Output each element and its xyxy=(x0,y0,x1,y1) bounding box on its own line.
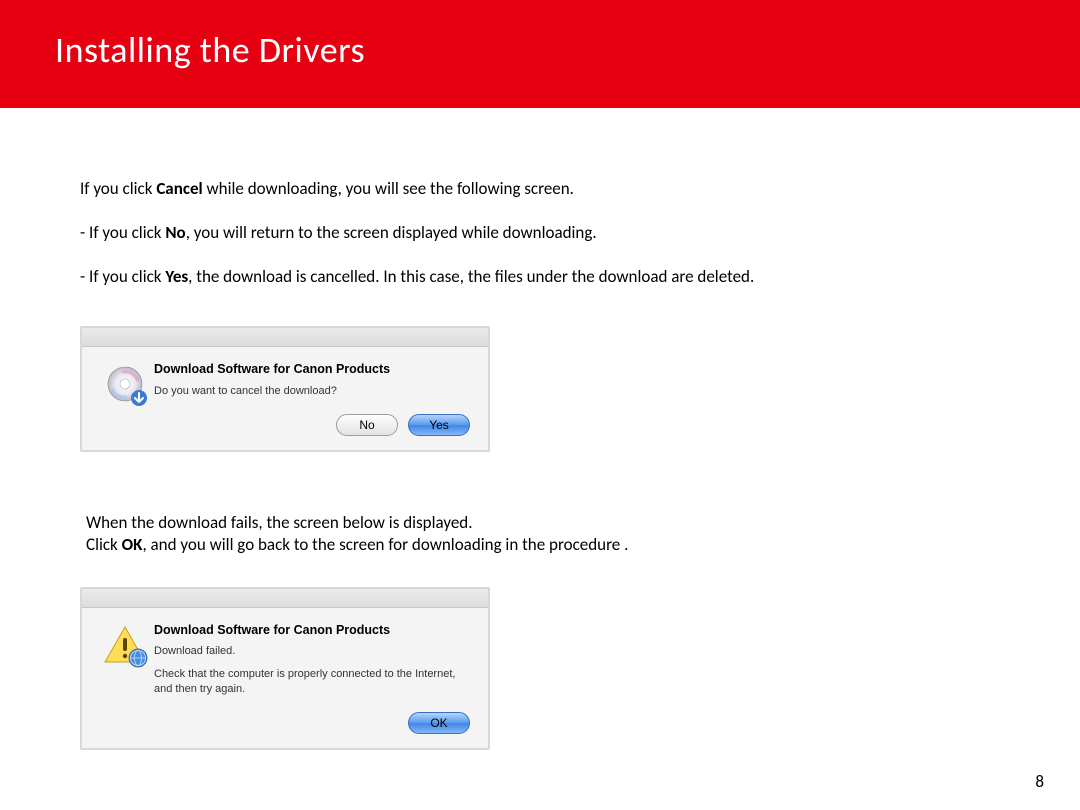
bold-cancel: Cancel xyxy=(156,178,202,199)
text: , and you will go back to the screen for… xyxy=(142,534,628,555)
text: - If you click xyxy=(80,222,165,243)
text: , you will return to the screen displaye… xyxy=(186,222,597,243)
dialog-title: Download Software for Canon Products xyxy=(154,622,470,638)
dialog-titlebar xyxy=(82,589,488,608)
bold-yes: Yes xyxy=(165,266,188,287)
no-button[interactable]: No xyxy=(336,414,398,436)
bold-no: No xyxy=(165,222,185,243)
dialog-text-col: Download Software for Canon Products Do … xyxy=(154,361,470,436)
intro-paragraph: If you click Cancel while downloading, y… xyxy=(80,178,1000,200)
dialog-msg1: Download failed. xyxy=(154,644,470,659)
dialog-msg2: Check that the computer is properly conn… xyxy=(154,667,470,697)
dialog-message: Do you want to cancel the download? xyxy=(154,384,470,399)
failed-line1: When the download fails, the screen belo… xyxy=(86,512,1000,534)
dialog-titlebar xyxy=(82,328,488,347)
text: , the download is cancelled. In this cas… xyxy=(188,266,754,287)
dialog-body: Download Software for Canon Products Dow… xyxy=(82,608,488,749)
text: If you click xyxy=(80,178,156,199)
dialog-body: Download Software for Canon Products Do … xyxy=(82,347,488,450)
bullet-yes: - If you click Yes, the download is canc… xyxy=(80,266,1000,288)
failed-dialog-wrap: Download Software for Canon Products Dow… xyxy=(80,587,1000,751)
page-number: 8 xyxy=(1035,771,1044,792)
text: Click xyxy=(86,534,122,555)
bullet-no: - If you click No, you will return to th… xyxy=(80,222,1000,244)
dialog-text-col: Download Software for Canon Products Dow… xyxy=(154,622,470,735)
cancel-dialog: Download Software for Canon Products Do … xyxy=(80,326,490,452)
alert-icon xyxy=(102,624,148,670)
failed-line2: Click OK, and you will go back to the sc… xyxy=(86,534,1000,556)
text: while downloading, you will see the foll… xyxy=(203,178,574,199)
page-title: Installing the Drivers xyxy=(55,28,1080,72)
yes-button[interactable]: Yes xyxy=(408,414,470,436)
header-band: Installing the Drivers xyxy=(0,0,1080,108)
bold-ok: OK xyxy=(122,534,143,555)
dialog-button-row: No Yes xyxy=(154,402,470,436)
dialog-button-row: OK xyxy=(154,700,470,734)
cancel-dialog-wrap: Download Software for Canon Products Do … xyxy=(80,326,1000,452)
section-download-failed: When the download fails, the screen belo… xyxy=(80,512,1000,556)
failed-dialog: Download Software for Canon Products Dow… xyxy=(80,587,490,751)
content-area: If you click Cancel while downloading, y… xyxy=(0,108,1080,750)
cd-download-icon xyxy=(102,363,148,409)
dialog-icon-col xyxy=(96,361,154,436)
dialog-title: Download Software for Canon Products xyxy=(154,361,470,377)
ok-button[interactable]: OK xyxy=(408,712,470,734)
dialog-icon-col xyxy=(96,622,154,735)
text: - If you click xyxy=(80,266,165,287)
